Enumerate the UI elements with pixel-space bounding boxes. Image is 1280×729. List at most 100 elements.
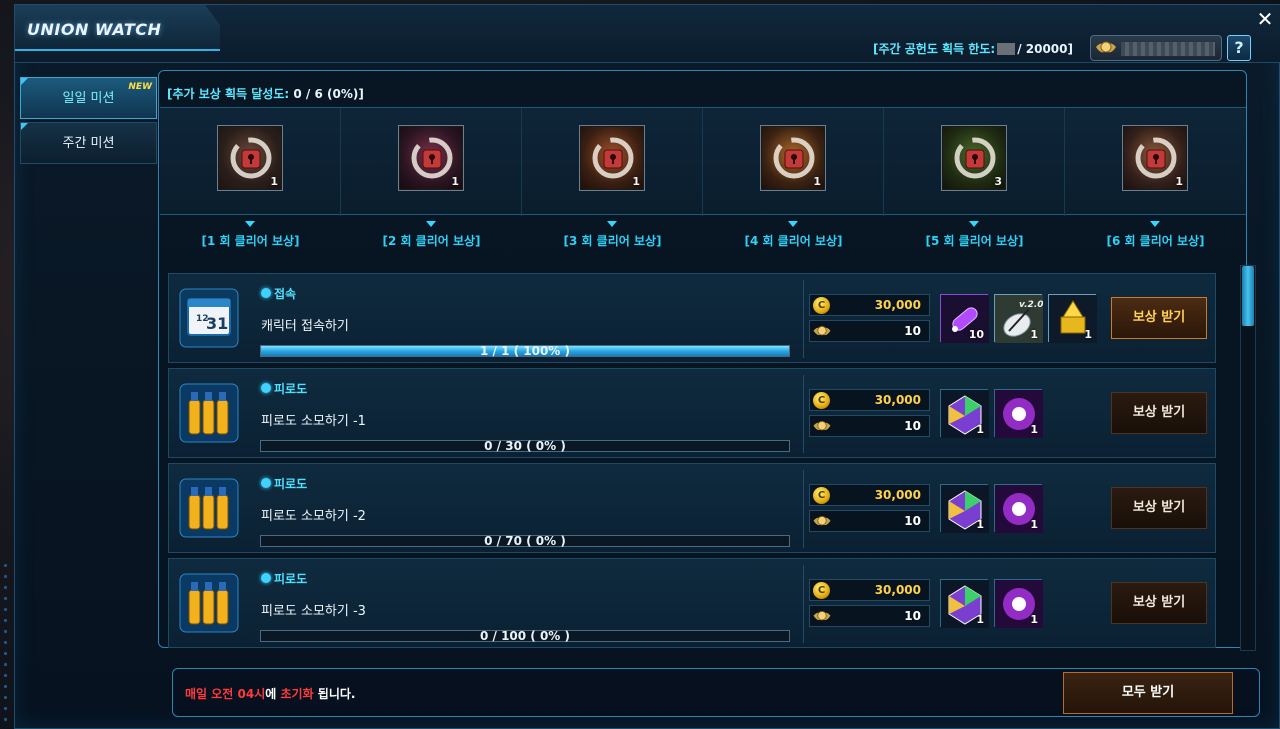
bonus-rewards-row: 1 1 1 1 3 1 xyxy=(160,107,1246,216)
item-quantity: 1 xyxy=(1084,328,1092,341)
tab-label: 일일 미션 xyxy=(62,91,115,106)
fatigue-potion-icon xyxy=(179,573,239,633)
mission-row: 피로도 피로도 소모하기 -2 0 / 70 ( 0% ) C 30,000 1… xyxy=(168,463,1216,553)
reward-quantity: 1 xyxy=(1175,175,1183,188)
claim-reward-button[interactable]: 보상 받기 xyxy=(1111,487,1207,529)
item-quantity: 1 xyxy=(976,423,984,436)
reward-quantity: 3 xyxy=(994,175,1002,188)
reward-slot[interactable]: 1 xyxy=(398,125,464,191)
reward-slot[interactable]: 1 xyxy=(217,125,283,191)
title-tab: UNION WATCH xyxy=(15,5,220,51)
claim-reward-button[interactable]: 보상 받기 xyxy=(1111,392,1207,434)
item-quantity: 1 xyxy=(1030,328,1038,341)
clear-reward-label: [5 회 클리어 보상] xyxy=(925,234,1024,248)
reward-labels: [1 회 클리어 보상] [2 회 클리어 보상] [3 회 클리어 보상] [… xyxy=(160,215,1246,257)
item-slot[interactable]: 1 xyxy=(940,389,989,438)
reward-slot[interactable]: 1 xyxy=(760,125,826,191)
claim-reward-button[interactable]: 보상 받기 xyxy=(1111,297,1207,339)
progress-text: 1 / 1 ( 100% ) xyxy=(479,344,570,358)
tab-daily-missions[interactable]: 일일 미션 NEW xyxy=(20,77,157,119)
divider xyxy=(803,375,804,453)
divider xyxy=(803,470,804,548)
progress-text: 0 / 70 ( 0% ) xyxy=(484,534,566,548)
gold-value: 30,000 xyxy=(874,583,921,597)
redacted-value xyxy=(997,43,1016,55)
reward-slot[interactable]: 1 xyxy=(579,125,645,191)
reset-time: 매일 오전 04시 xyxy=(185,687,266,701)
mission-row: 피로도 피로도 소모하기 -1 0 / 30 ( 0% ) C 30,000 1… xyxy=(168,368,1216,458)
union-contribution-icon xyxy=(1096,41,1116,53)
item-quantity: 1 xyxy=(1030,613,1038,626)
bonus-progress: [추가 보상 획득 달성도: 0 / 6 (0%)] xyxy=(167,85,364,102)
mission-progress-bar: 0 / 70 ( 0% ) xyxy=(260,534,790,548)
reward-column: 3 xyxy=(884,108,1065,216)
mission-category: 피로도 xyxy=(274,477,308,491)
mission-name: 피로도 소모하기 -2 xyxy=(261,509,366,524)
item-slot[interactable]: 1 xyxy=(940,579,989,628)
item-quantity: 10 xyxy=(968,328,984,341)
arrow-down-icon xyxy=(788,221,798,227)
gold-reward: C 30,000 xyxy=(809,389,930,411)
help-button[interactable]: ? xyxy=(1227,35,1251,61)
reward-slot[interactable]: 1 xyxy=(1122,125,1188,191)
item-slot[interactable]: 1 xyxy=(994,484,1043,533)
clear-reward-label: [4 회 클리어 보상] xyxy=(744,234,843,248)
item-slot[interactable]: 1 xyxy=(994,389,1043,438)
arrow-down-icon xyxy=(607,221,617,227)
divider xyxy=(803,280,804,358)
redacted-currency xyxy=(1121,42,1215,56)
mission-scrollbar[interactable] xyxy=(1240,265,1256,651)
new-badge: NEW xyxy=(128,82,152,92)
clear-reward-label: [6 회 클리어 보상] xyxy=(1106,234,1205,248)
claim-all-button[interactable]: 모두 받기 xyxy=(1063,672,1233,714)
contribution-value: 10 xyxy=(904,514,921,528)
calendar-icon: 12 31 xyxy=(179,288,239,348)
weekly-contribution-limit: [주간 공헌도 획득 한도: / 20000] xyxy=(873,40,1073,57)
category-dot-icon xyxy=(261,478,271,488)
close-button[interactable]: ✕ xyxy=(1253,7,1277,31)
mission-row: 피로도 피로도 소모하기 -3 0 / 100 ( 0% ) C 30,000 … xyxy=(168,558,1216,648)
reward-slot[interactable]: 3 xyxy=(941,125,1007,191)
union-contribution-icon xyxy=(813,325,831,336)
item-slot[interactable]: 1 xyxy=(1048,294,1097,343)
progress-text: 0 / 100 ( 0% ) xyxy=(479,629,570,643)
item-slot[interactable]: 1 xyxy=(940,484,989,533)
reset-word: 초기화 xyxy=(280,687,314,701)
scroll-thumb[interactable] xyxy=(1242,266,1254,326)
arrow-down-icon xyxy=(426,221,436,227)
reward-column: 1 xyxy=(160,108,341,216)
contribution-value: 10 xyxy=(904,324,921,338)
item-quantity: 1 xyxy=(1030,423,1038,436)
mission-progress-bar: 1 / 1 ( 100% ) xyxy=(260,344,790,358)
contribution-reward: 10 xyxy=(809,510,930,532)
footer: 매일 오전 04시에 초기화 됩니다. 모두 받기 xyxy=(172,668,1260,717)
category-dot-icon xyxy=(261,288,271,298)
arrow-down-icon xyxy=(245,221,255,227)
mission-list: 12 31 접속 캐릭터 접속하기 1 / 1 ( 100% ) C 30,00… xyxy=(168,270,1232,648)
reset-notice: 매일 오전 04시에 초기화 됩니다. xyxy=(185,685,355,702)
item-slot[interactable]: 10 xyxy=(940,294,989,343)
fatigue-potion-icon xyxy=(179,383,239,443)
claim-reward-button[interactable]: 보상 받기 xyxy=(1111,582,1207,624)
mission-category: 피로도 xyxy=(274,382,308,396)
item-quantity: 1 xyxy=(1030,518,1038,531)
item-slot[interactable]: 1 xyxy=(994,579,1043,628)
item-quantity: 1 xyxy=(976,613,984,626)
clear-reward-label: [2 회 클리어 보상] xyxy=(382,234,481,248)
clear-reward-label: [1 회 클리어 보상] xyxy=(201,234,300,248)
tab-weekly-missions[interactable]: 주간 미션 xyxy=(20,122,157,164)
reward-column: 1 xyxy=(522,108,703,216)
clear-reward-label: [3 회 클리어 보상] xyxy=(563,234,662,248)
reward-quantity: 1 xyxy=(451,175,459,188)
mission-name: 피로도 소모하기 -1 xyxy=(261,414,366,429)
item-quantity: 1 xyxy=(976,518,984,531)
mission-category: 접속 xyxy=(274,287,297,301)
mission-progress-bar: 0 / 30 ( 0% ) xyxy=(260,439,790,453)
app-title: UNION WATCH xyxy=(27,20,162,39)
category-dot-icon xyxy=(261,383,271,393)
reward-column: 1 xyxy=(341,108,522,216)
gold-coin-icon: C xyxy=(813,582,830,599)
tab-label: 주간 미션 xyxy=(62,136,115,151)
bonus-progress-label: [추가 보상 획득 달성도: xyxy=(167,87,290,101)
item-slot[interactable]: v.2.0 1 xyxy=(994,294,1044,343)
